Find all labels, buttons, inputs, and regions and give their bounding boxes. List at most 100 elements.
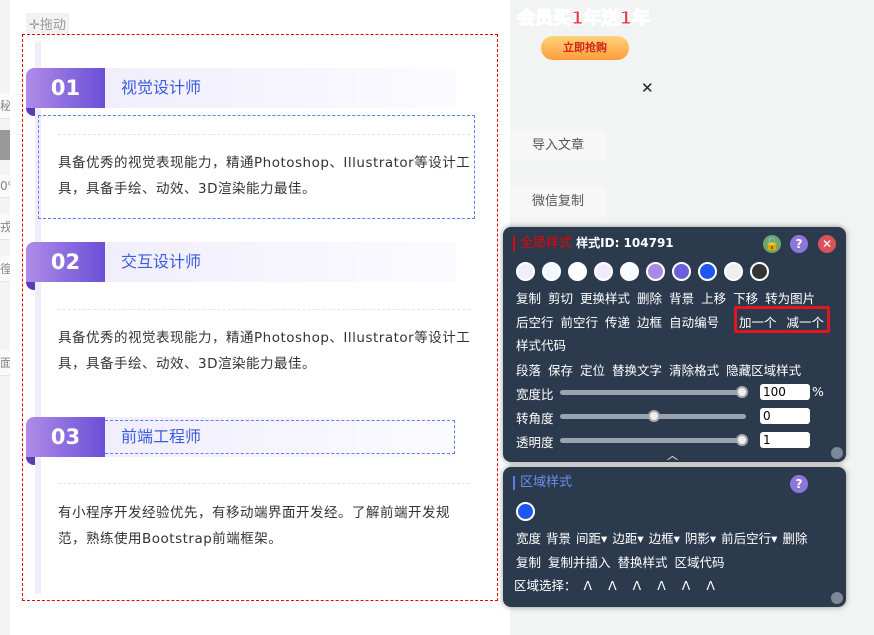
style-action-button[interactable]: 更换样式 xyxy=(580,291,630,306)
item-number: 03 xyxy=(26,417,105,457)
style-action-button[interactable]: 剪切 xyxy=(548,291,573,306)
collapse-chevron-icon[interactable]: ︿ xyxy=(667,447,678,463)
style-action-button[interactable]: 保存 xyxy=(548,363,573,378)
color-swatch[interactable] xyxy=(516,502,535,521)
region-action-button[interactable]: 替换样式 xyxy=(618,555,668,570)
style-action-button[interactable]: 传递 xyxy=(605,315,630,330)
wechat-copy-button[interactable]: 微信复制 xyxy=(510,186,606,217)
color-swatch[interactable] xyxy=(672,262,691,281)
item-header[interactable]: 01 视觉设计师 xyxy=(26,68,456,116)
add-remove-button[interactable]: 减一个 xyxy=(787,315,825,330)
region-action-button[interactable]: 间距▾ xyxy=(576,531,607,546)
selected-title-region[interactable] xyxy=(105,420,455,454)
divider xyxy=(58,309,470,310)
opacity-slider[interactable] xyxy=(560,434,748,446)
rotate-label: 转角度 xyxy=(516,411,554,426)
item-title: 交互设计师 xyxy=(105,242,456,282)
opacity-input[interactable]: 1 xyxy=(760,432,810,448)
item-header[interactable]: 02 交互设计师 xyxy=(26,242,456,290)
divider xyxy=(58,134,470,135)
buy-now-button[interactable]: 立即抢购 xyxy=(541,36,629,60)
slider-knob[interactable] xyxy=(736,386,748,398)
color-swatch[interactable] xyxy=(542,262,561,281)
style-action-button[interactable]: 隐藏区域样式 xyxy=(726,363,801,378)
action-row: 复制 复制并插入 替换样式 区域代码 xyxy=(516,552,732,571)
style-action-button[interactable]: 转为图片 xyxy=(765,291,815,306)
add-remove-row: 加一个 减一个 xyxy=(739,312,834,331)
item-number: 01 xyxy=(26,68,105,108)
region-action-button[interactable]: 区域代码 xyxy=(675,555,725,570)
slider-knob[interactable] xyxy=(648,410,660,422)
action-row: 段落 保存 定位 替换文字 清除格式 隐藏区域样式 xyxy=(516,360,808,379)
help-icon[interactable]: ? xyxy=(790,235,808,253)
style-action-button[interactable]: 段落 xyxy=(516,363,541,378)
color-swatch[interactable] xyxy=(646,262,665,281)
style-code-button[interactable]: 样式代码 xyxy=(516,338,566,353)
style-action-button[interactable]: 上移 xyxy=(701,291,726,306)
region-action-button[interactable]: 删除 xyxy=(782,531,807,546)
region-action-button[interactable]: 前后空行▾ xyxy=(721,531,777,546)
color-swatch[interactable] xyxy=(724,262,743,281)
import-article-button[interactable]: 导入文章 xyxy=(510,130,606,161)
help-icon[interactable]: ? xyxy=(790,475,808,493)
add-remove-button[interactable]: 加一个 xyxy=(739,315,777,330)
action-row: 样式代码 xyxy=(516,335,573,354)
action-row: 后空行 前空行 传递 边框 自动编号 xyxy=(516,312,726,331)
item-title: 视觉设计师 xyxy=(105,68,456,108)
color-swatch[interactable] xyxy=(516,262,535,281)
region-select-arrow[interactable]: ᐱ xyxy=(633,578,642,593)
width-input[interactable]: 100 xyxy=(760,384,810,400)
item-number: 02 xyxy=(26,242,105,282)
style-action-button[interactable]: 背景 xyxy=(669,291,694,306)
region-action-button[interactable]: 背景 xyxy=(546,531,571,546)
region-select-arrow[interactable]: ᐱ xyxy=(608,578,617,593)
opacity-label: 透明度 xyxy=(516,435,554,450)
color-swatch[interactable] xyxy=(620,262,639,281)
width-slider[interactable] xyxy=(560,386,748,398)
minimize-icon[interactable] xyxy=(831,447,843,459)
percent-unit: % xyxy=(812,384,824,399)
close-icon[interactable]: ✕ xyxy=(641,79,654,97)
region-action-button[interactable]: 阴影▾ xyxy=(685,531,716,546)
region-action-button[interactable]: 复制 xyxy=(516,555,541,570)
region-action-button[interactable]: 复制并插入 xyxy=(548,555,611,570)
style-action-button[interactable]: 下移 xyxy=(733,291,758,306)
style-action-button[interactable]: 定位 xyxy=(580,363,605,378)
color-swatches xyxy=(516,262,776,284)
region-action-button[interactable]: 边框▾ xyxy=(649,531,680,546)
rotate-slider[interactable] xyxy=(560,410,746,422)
action-row: 宽度 背景 间距▾ 边距▾ 边框▾ 阴影▾ 前后空行▾ 删除 xyxy=(516,528,812,547)
color-swatch[interactable] xyxy=(594,262,613,281)
slider-knob[interactable] xyxy=(736,434,748,446)
style-action-button[interactable]: 自动编号 xyxy=(669,315,719,330)
color-swatch[interactable] xyxy=(698,262,717,281)
action-row: 复制 剪切 更换样式 删除 背景 上移 下移 转为图片 xyxy=(516,288,822,307)
style-action-button[interactable]: 替换文字 xyxy=(612,363,662,378)
region-select-arrow[interactable]: ᐱ xyxy=(706,578,715,593)
move-icon: ✛ xyxy=(29,18,40,33)
drag-handle[interactable]: ✛拖动 xyxy=(26,13,69,34)
promo-banner[interactable]: 会员买1年送1年 立即抢购 xyxy=(515,0,655,66)
color-swatch[interactable] xyxy=(568,262,587,281)
region-select-arrow[interactable]: ᐱ xyxy=(584,578,593,593)
region-action-button[interactable]: 边距▾ xyxy=(612,531,643,546)
rotate-input[interactable]: 0 xyxy=(760,408,810,424)
style-action-button[interactable]: 前空行 xyxy=(561,315,599,330)
color-swatch[interactable] xyxy=(750,262,769,281)
region-select-label: 区域选择： xyxy=(514,578,577,593)
unlock-icon[interactable]: 🔓 xyxy=(763,235,781,253)
item-text: 具备优秀的视觉表现能力，精通Photoshop、Illustrator等设计工具… xyxy=(58,330,471,372)
style-action-button[interactable]: 删除 xyxy=(637,291,662,306)
style-action-button[interactable]: 清除格式 xyxy=(669,363,719,378)
close-icon[interactable]: ✕ xyxy=(818,235,836,253)
region-action-button[interactable]: 宽度 xyxy=(516,531,541,546)
region-style-panel: 区域样式 ? 宽度 背景 间距▾ 边距▾ 边框▾ 阴影▾ 前后空行▾ 删除 复制 复制并插入 替换… xyxy=(503,467,846,607)
region-select-arrow[interactable]: ᐱ xyxy=(657,578,666,593)
region-select-arrow[interactable]: ᐱ xyxy=(682,578,691,593)
style-action-button[interactable]: 后空行 xyxy=(516,315,554,330)
style-action-button[interactable]: 边框 xyxy=(637,315,662,330)
minimize-icon[interactable] xyxy=(831,592,843,604)
region-color xyxy=(516,502,542,524)
width-label: 宽度比 xyxy=(516,387,554,402)
style-action-button[interactable]: 复制 xyxy=(516,291,541,306)
